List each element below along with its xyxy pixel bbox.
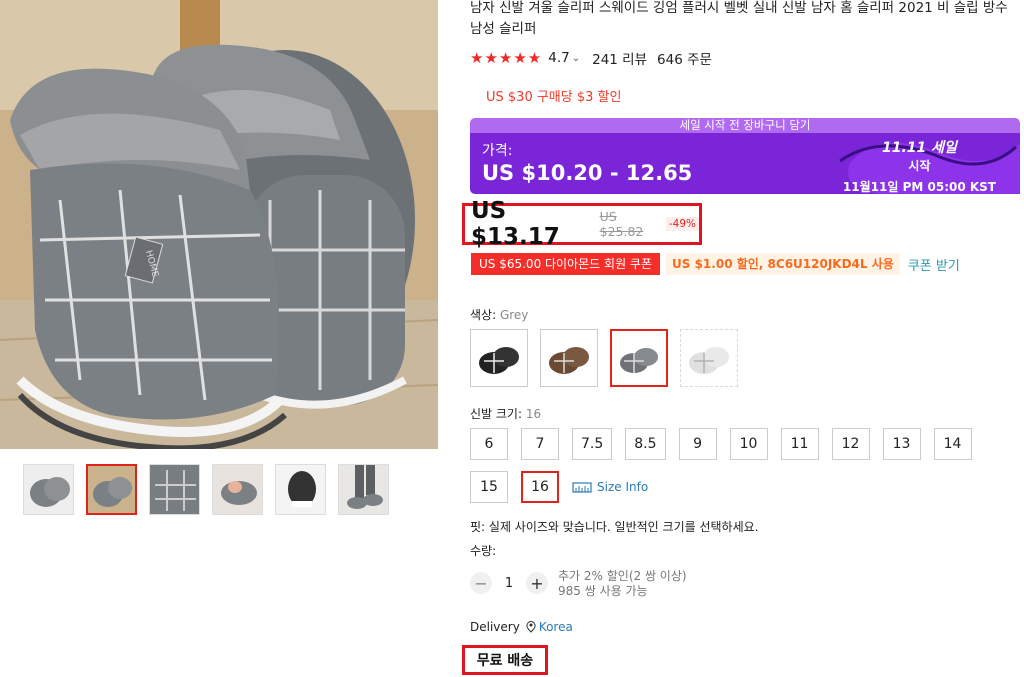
thumbnail-strip [23, 464, 389, 515]
delivery-label: Delivery [470, 620, 520, 634]
original-price: US $25.82 [599, 209, 644, 239]
size-label: 신발 크기: 16 [470, 405, 541, 422]
code-coupon[interactable]: US $1.00 할인, 8C6U120JKD4L 사용 [666, 253, 900, 275]
sale-event-time: 11월11일 PM 05:00 KST [842, 180, 996, 194]
coupon-row: US $65.00 다이아몬드 회원 쿠폰 US $1.00 할인, 8C6U1… [471, 253, 960, 275]
size-option-8-5[interactable]: 8.5 [625, 428, 666, 460]
current-price: US $13.17 [471, 198, 560, 250]
chevron-down-icon[interactable]: ⌄ [572, 53, 580, 64]
color-options [470, 329, 738, 387]
sale-event-start: 시작 [908, 159, 931, 173]
size-info-text: Size Info [597, 480, 649, 494]
get-coupon-link[interactable]: 쿠폰 받기 [908, 255, 960, 274]
increment-button[interactable]: + [526, 572, 548, 594]
thumbnail-6[interactable] [338, 464, 389, 515]
free-shipping-label: 무료 배송 [462, 645, 548, 675]
color-option-grey[interactable] [610, 329, 668, 387]
discount-badge: -49% [665, 217, 699, 231]
review-count[interactable]: 241 리뷰 [592, 48, 647, 68]
size-info-link[interactable]: Size Info [572, 480, 648, 494]
quantity-stepper: − 1 + [470, 572, 548, 594]
thumbnail-2[interactable] [86, 464, 137, 515]
color-option-brown[interactable] [540, 329, 598, 387]
location-pin-icon [526, 621, 536, 633]
color-option-white[interactable] [680, 329, 738, 387]
sale-banner-top: 세일 시작 전 장바구니 담기 [470, 118, 1020, 133]
slippers-photo: HOME [0, 0, 438, 449]
size-option-7[interactable]: 7 [521, 428, 559, 460]
store-promo: US $30 구매당 $3 할인 [486, 90, 622, 105]
member-coupon[interactable]: US $65.00 다이아몬드 회원 쿠폰 [471, 253, 661, 275]
size-option-7-5[interactable]: 7.5 [572, 428, 613, 460]
stock-available: 985 쌍 사용 가능 [558, 584, 648, 598]
size-option-10[interactable]: 10 [729, 428, 768, 460]
sale-price-label: 가격: [482, 143, 513, 159]
sale-banner: 세일 시작 전 장바구니 담기 가격: US $10.20 - 12.65 11… [470, 118, 1020, 194]
thumbnail-1[interactable] [23, 464, 74, 515]
price-box: US $13.17 US $25.82 -49% [462, 198, 702, 250]
thumbnail-3[interactable] [149, 464, 200, 515]
sale-event-title: 11.11 세일 [882, 140, 957, 156]
product-title: 남자 신발 겨울 슬리퍼 스웨이드 깅엄 플러시 벨벳 실내 신발 남자 홈 슬… [470, 0, 1008, 37]
size-option-13[interactable]: 13 [882, 428, 921, 460]
star-rating-icon: ★★★★★ [470, 49, 543, 67]
color-option-black[interactable] [470, 329, 528, 387]
color-label-text: 색상: [470, 308, 497, 322]
color-value: Grey [499, 308, 529, 322]
size-option-14[interactable]: 14 [933, 428, 972, 460]
quantity-label: 수량: [470, 544, 497, 558]
color-label: 색상: Grey [470, 306, 528, 323]
thumbnail-4[interactable] [212, 464, 263, 515]
rating-row: ★★★★★ 4.7 ⌄ 241 리뷰 646 주문 [470, 48, 712, 68]
size-option-12[interactable]: 12 [831, 428, 870, 460]
delivery-row: Delivery Korea [470, 620, 573, 634]
ruler-icon [572, 482, 592, 493]
bulk-discount-note: 추가 2% 할인(2 쌍 이상) [558, 569, 687, 583]
size-option-6[interactable]: 6 [470, 428, 508, 460]
sale-banner-body: 가격: US $10.20 - 12.65 11.11 세일 시작 11월11일… [470, 133, 1020, 194]
sale-price-range: US $10.20 - 12.65 [482, 161, 693, 185]
main-product-image[interactable]: HOME [0, 0, 438, 449]
size-row-1: 6 7 7.5 8.5 9 10 11 12 13 14 [470, 428, 990, 460]
delivery-destination[interactable]: Korea [539, 620, 573, 634]
size-value: 16 [525, 407, 542, 421]
thumbnail-5[interactable] [275, 464, 326, 515]
size-options: 6 7 7.5 8.5 9 10 11 12 13 14 15 16 Size … [470, 428, 990, 514]
quantity-note: 추가 2% 할인(2 쌍 이상) 985 쌍 사용 가능 [558, 569, 687, 599]
size-option-16[interactable]: 16 [521, 471, 559, 503]
decrement-button[interactable]: − [470, 572, 492, 594]
fit-note: 핏: 실제 사이즈와 맞습니다. 일반적인 크기를 선택하세요. [470, 520, 759, 534]
size-row-2: 15 16 Size Info [470, 471, 990, 503]
quantity-value[interactable]: 1 [492, 576, 526, 591]
size-option-9[interactable]: 9 [678, 428, 717, 460]
size-option-11[interactable]: 11 [780, 428, 819, 460]
order-count: 646 주문 [657, 52, 712, 68]
rating-score[interactable]: 4.7 [548, 50, 569, 66]
size-option-15[interactable]: 15 [470, 471, 508, 503]
sale-event-info: 11.11 세일 시작 11월11일 PM 05:00 KST [843, 137, 996, 195]
size-label-text: 신발 크기: [470, 407, 523, 421]
